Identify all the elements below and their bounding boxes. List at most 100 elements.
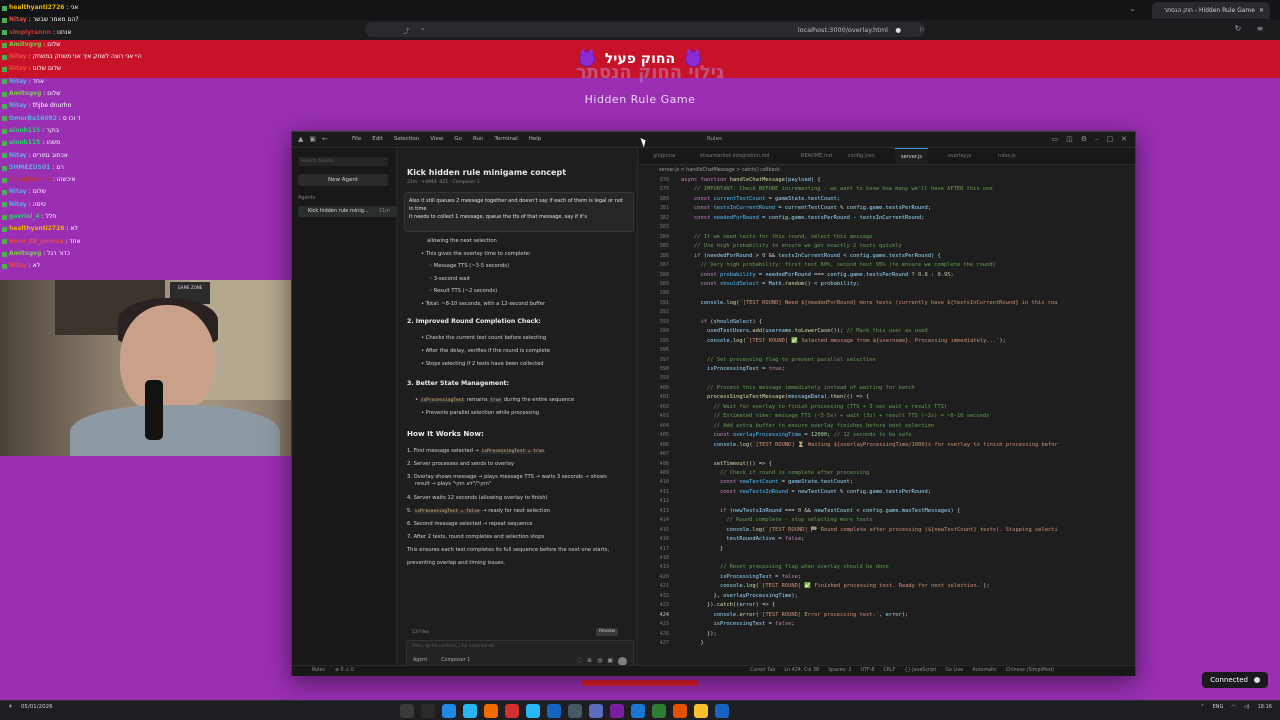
status-item[interactable]: Cursor Tab (750, 668, 775, 673)
reload-icon[interactable]: ↻ (1233, 24, 1243, 34)
taskbar-app-icon[interactable] (568, 704, 582, 718)
chat-username[interactable]: Nitay (9, 186, 27, 198)
code-token: game (869, 205, 883, 212)
menu-item[interactable]: Go (454, 136, 462, 142)
editor-tab[interactable]: rules.js (992, 148, 1022, 164)
chat-username[interactable]: Nitay (9, 150, 27, 162)
editor-tab[interactable]: gitignore (647, 148, 681, 164)
browser-tab-active[interactable]: ✕ Hidden Rule Game - חוק הנסתר (1152, 2, 1270, 19)
badge-icon (2, 5, 7, 11)
chevron-down-icon[interactable]: ⌄ (1129, 4, 1136, 13)
status-item[interactable]: Spaces: 2 (828, 668, 851, 673)
split-icon[interactable]: ◫ (1066, 135, 1073, 143)
chat-username[interactable]: Nitay (9, 63, 27, 75)
editor-tab[interactable]: overlay.js (942, 148, 977, 164)
taskbar-app-icon[interactable] (505, 704, 519, 718)
chat-username[interactable]: alonh115 (9, 137, 40, 149)
agent-search-input[interactable]: Search Agents... (298, 157, 388, 166)
taskbar-app-icon[interactable] (526, 704, 540, 718)
language-indicator[interactable]: ENG (1213, 704, 1224, 710)
minimize-icon[interactable]: – (1095, 135, 1099, 143)
status-item[interactable]: Go Live (945, 668, 963, 673)
composer-input[interactable]: Plan, @ for context, / for commands Agen… (406, 640, 634, 668)
wifi-icon[interactable]: ◠ (1231, 704, 1235, 710)
share-icon[interactable]: ⤴ (403, 25, 410, 35)
close-icon[interactable]: ✕ (1121, 135, 1127, 143)
taskbar-app-icon[interactable] (652, 704, 666, 718)
weather-icon[interactable]: ☀ (8, 704, 13, 710)
agent-list-item[interactable]: Kick hidden rule minig... 21m (298, 206, 396, 217)
editor-tab[interactable]: streamerbot-integration.md (694, 148, 776, 164)
chat-username[interactable]: Amitvgvg (9, 248, 41, 260)
status-item[interactable]: Chinese (Simplified) (1006, 668, 1054, 673)
chat-username[interactable]: healthyanti2726 (9, 223, 64, 235)
status-item[interactable]: UTF-8 (860, 668, 874, 673)
status-item[interactable]: Rules (312, 668, 325, 673)
taskbar-app-icon[interactable] (421, 704, 435, 718)
taskbar-app-icon[interactable] (547, 704, 561, 718)
taskbar-app-icon[interactable] (631, 704, 645, 718)
chat-username[interactable]: OmerBa16092 (9, 113, 57, 125)
menu-icon[interactable]: ≡ (1255, 24, 1265, 34)
chat-username[interactable]: SHMEZUS01 (9, 162, 50, 174)
changed-files-toggle[interactable]: 13 Files (412, 630, 429, 635)
taskbar-app-icon[interactable] (442, 704, 456, 718)
chat-username[interactable]: Nitay (9, 260, 27, 272)
toggle-panel-icon[interactable]: ▣ (309, 135, 316, 143)
chat-username[interactable]: Nitay (9, 51, 27, 63)
menu-item[interactable]: Run (473, 136, 484, 142)
menu-item[interactable]: Selection (394, 136, 419, 142)
close-icon[interactable]: ✕ (1259, 7, 1264, 14)
chevron-up-icon[interactable]: ⌃ (1200, 704, 1204, 710)
back-icon[interactable]: ← (322, 135, 328, 143)
chat-username[interactable]: Heru_ZB_poorza (9, 236, 63, 248)
taskbar-app-icon[interactable] (673, 704, 687, 718)
status-item[interactable]: ⊗ 0 ⚠ 0 (335, 668, 354, 673)
menu-item[interactable]: Edit (372, 136, 383, 142)
taskbar-app-icon[interactable] (463, 704, 477, 718)
user-message-box[interactable]: Also it still queues 2 message together … (404, 192, 634, 232)
volume-icon[interactable]: ◁) (1244, 704, 1250, 710)
chat-username[interactable]: Nitay (9, 100, 27, 112)
menu-item[interactable]: Help (529, 136, 542, 142)
chat-username[interactable]: Nitay (9, 199, 27, 211)
code-token: probability (719, 271, 756, 278)
maximize-icon[interactable]: □ (1107, 135, 1114, 143)
menu-item[interactable]: File (352, 136, 361, 142)
chat-username[interactable]: simplyrannn (9, 174, 51, 186)
mode-dropdown[interactable]: Agent (413, 658, 427, 663)
editor-tab[interactable]: server.js (895, 148, 928, 164)
editor-tab[interactable]: README.md (795, 148, 838, 164)
chat-username[interactable]: Amitvgvg (9, 88, 41, 100)
status-item[interactable]: {} JavaScript (905, 668, 937, 673)
chat-username[interactable]: Amitvgvg (9, 39, 41, 51)
editor-tab[interactable]: config.json (842, 148, 881, 164)
taskbar-app-icon[interactable] (610, 704, 624, 718)
chat-username[interactable]: alonh115 (9, 125, 40, 137)
chat-username[interactable]: Nitay (9, 76, 27, 88)
inline-code: isProcessingTest (419, 398, 466, 403)
taskbar-app-icon[interactable] (694, 704, 708, 718)
chat-username[interactable]: simplyrannn (9, 27, 51, 39)
chat-username[interactable]: gavriel_4 (9, 211, 40, 223)
chat-username[interactable]: Nitay (9, 14, 27, 26)
model-dropdown[interactable]: Composer 1 (441, 658, 470, 663)
chat-username[interactable]: healthyanti2726 (9, 2, 64, 14)
new-agent-button[interactable]: New Agent (298, 174, 388, 186)
status-item[interactable]: CRLF (883, 668, 895, 673)
menu-item[interactable]: Terminal (494, 136, 517, 142)
status-item[interactable]: Automatic (972, 668, 997, 673)
breadcrumb[interactable]: server.js > handleChatMessage > catch() … (659, 168, 780, 173)
bookmark-icon[interactable]: ⚐ (919, 26, 925, 34)
status-item[interactable]: Ln 424, Col 38 (784, 668, 819, 673)
menu-item[interactable]: View (430, 136, 443, 142)
taskbar-app-icon[interactable] (484, 704, 498, 718)
taskbar-app-icon[interactable] (715, 704, 729, 718)
layout-icon[interactable]: ▭ (1051, 135, 1058, 143)
settings-icon[interactable]: ⚙ (1081, 135, 1087, 143)
code-area[interactable]: 378 async function handleChatMessage(payl… (639, 177, 1135, 665)
taskbar-app-icon[interactable] (400, 704, 414, 718)
address-bar[interactable]: ⤴ ⌕ localhost:3000/overlay.html ● ⚐ (365, 22, 925, 37)
taskbar-app-icon[interactable] (589, 704, 603, 718)
review-button[interactable]: Review (596, 628, 618, 636)
